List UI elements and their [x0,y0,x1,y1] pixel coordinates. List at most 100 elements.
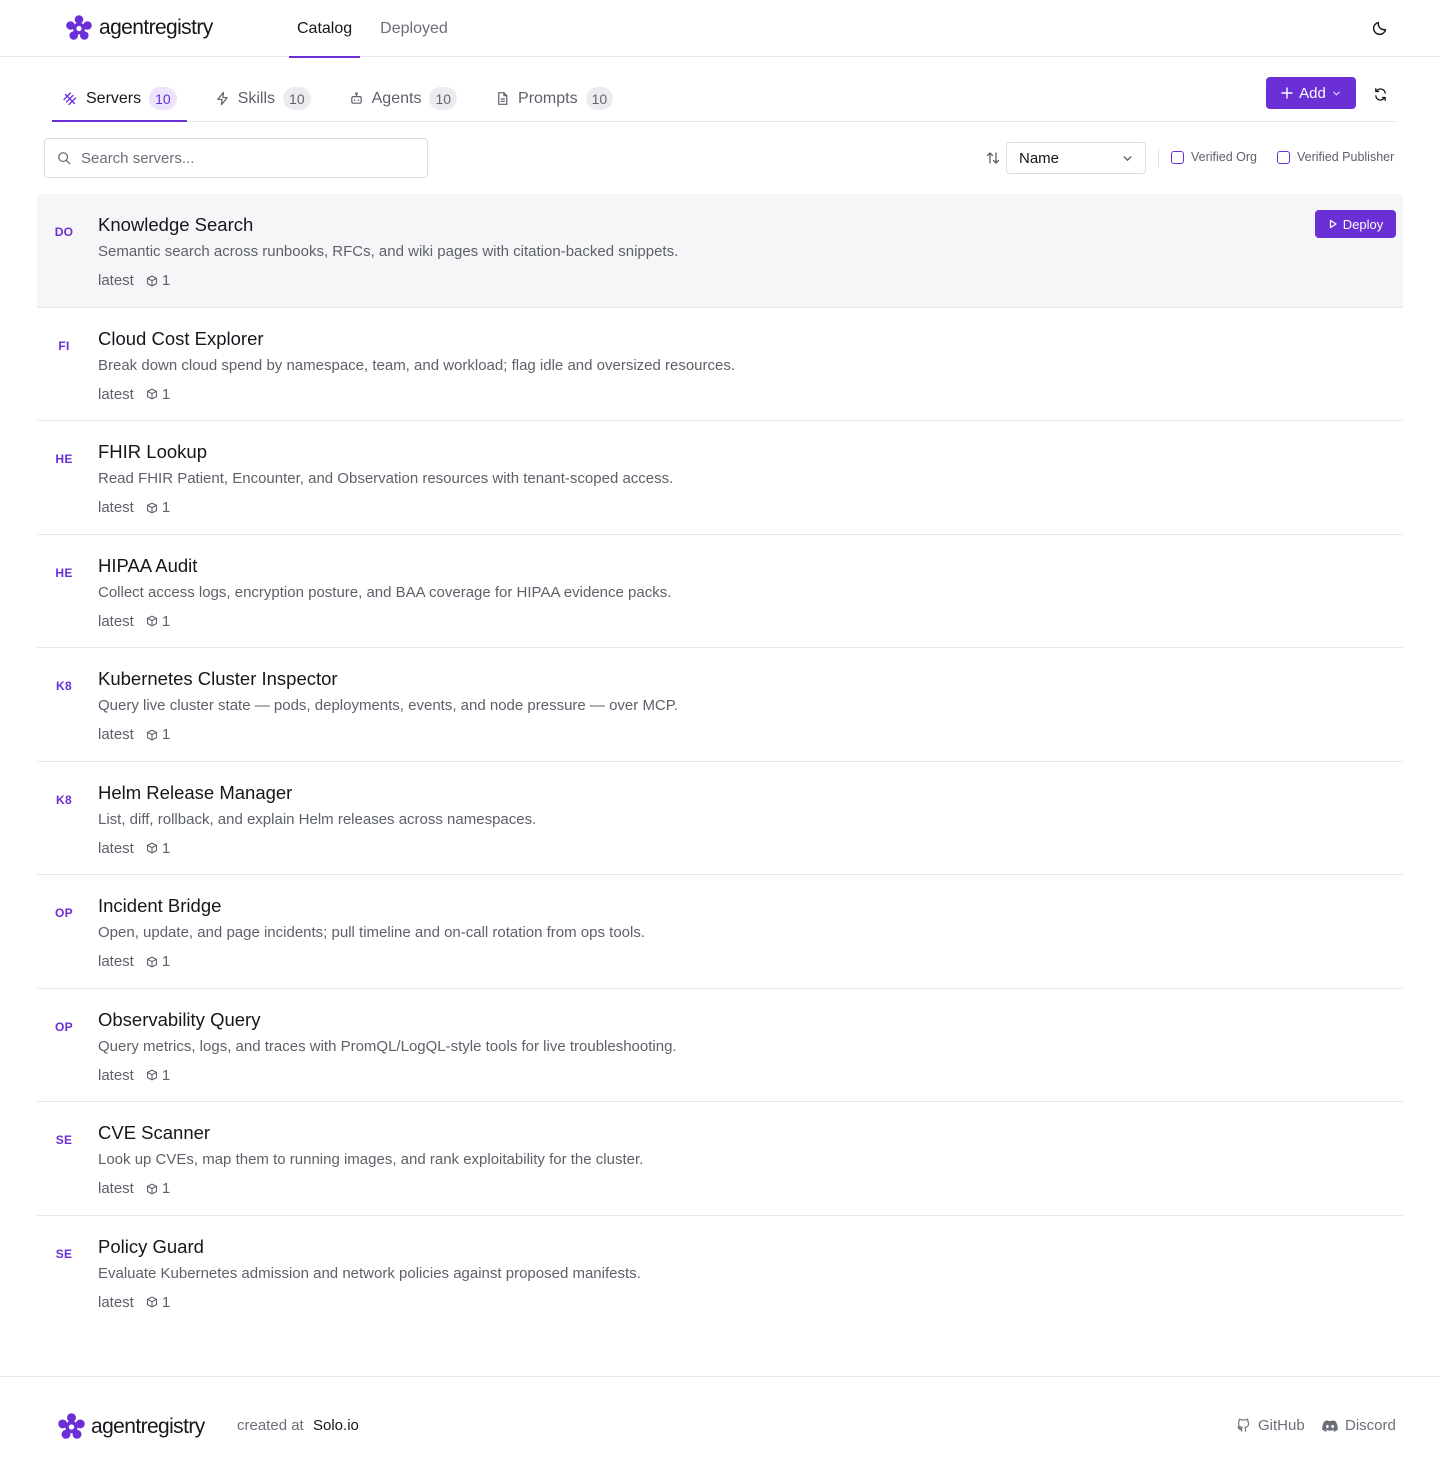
deploy-button-label: Deploy [1342,216,1384,232]
footer: agentregistry created at Solo.io GitHub … [0,1376,1440,1473]
verified-org-checkbox[interactable]: Verified Org [1171,150,1257,164]
server-description: Evaluate Kubernetes admission and networ… [98,1264,641,1282]
verified-publisher-checkbox[interactable]: Verified Publisher [1277,150,1394,164]
package-icon [146,615,157,627]
server-row[interactable]: SE CVE Scanner Look up CVEs, map them to r… [37,1102,1403,1216]
tab-prompts[interactable]: Prompts 10 [485,76,623,121]
server-version: latest [98,499,134,516]
server-row[interactable]: OP Incident Bridge Open, update, and page … [37,875,1403,989]
server-meta: latest 1 [98,272,170,289]
server-name[interactable]: Observability Query [98,1009,260,1031]
search-icon [58,152,71,165]
package-icon [146,1296,157,1308]
footer-company-link[interactable]: Solo.io [313,1417,359,1434]
tab-agents[interactable]: Agents 10 [339,76,467,121]
server-name[interactable]: Knowledge Search [98,214,253,236]
tab-servers[interactable]: Servers 10 [52,76,187,122]
server-abbr-badge: OP [55,1019,73,1034]
play-icon [1329,219,1337,229]
server-abbr-badge: K8 [56,679,72,693]
server-row[interactable]: K8 Kubernetes Cluster Inspector Query live… [37,648,1403,762]
theme-toggle-button[interactable] [1368,16,1392,40]
footer-github-link[interactable]: GitHub [1236,1417,1305,1434]
filter-divider [1158,149,1159,167]
server-package-count: 1 [146,953,170,970]
server-version: latest [98,612,134,630]
server-row[interactable]: DO Knowledge Search Semantic search across… [37,194,1403,308]
deploy-button[interactable]: Deploy [1315,210,1396,238]
server-version: latest [98,272,134,289]
server-name[interactable]: FHIR Lookup [98,441,207,463]
server-name[interactable]: CVE Scanner [98,1122,210,1144]
sort-select[interactable]: Name [1006,142,1146,174]
plus-icon [1281,87,1293,99]
server-meta: latest 1 [98,499,170,516]
server-description: List, diff, rollback, and explain Helm r… [98,810,537,828]
server-row[interactable]: OP Observability Query Query metrics, logs… [37,989,1403,1102]
server-name[interactable]: HIPAA Audit [98,555,197,577]
tab-label: Agents [371,89,422,107]
server-name[interactable]: Cloud Cost Explorer [98,328,264,350]
server-abbr-badge: FI [58,338,70,353]
package-icon [146,388,157,400]
chevron-down-icon [1333,91,1340,96]
lightning-icon [216,91,228,106]
server-icon [63,91,77,105]
package-icon [146,842,157,854]
server-description: Read FHIR Patient, Encounter, and Observ… [98,470,674,487]
server-package-count: 1 [146,499,170,516]
server-row[interactable]: HE HIPAA Audit Collect access logs, encryp… [37,535,1403,648]
tab-count-badge: 10 [149,87,177,110]
tab-count-badge: 10 [429,87,458,110]
nav-catalog[interactable]: Catalog [289,0,361,58]
server-meta: latest 1 [98,1067,170,1084]
search-input[interactable] [81,149,401,167]
footer-discord-link[interactable]: Discord [1322,1417,1396,1434]
package-count-value: 1 [161,272,171,289]
server-description: Break down cloud spend by namespace, tea… [98,356,736,374]
tab-skills[interactable]: Skills 10 [205,76,321,121]
sort-select-value: Name [1019,149,1060,167]
server-row[interactable]: HE FHIR Lookup Read FHIR Patient, Encounte… [37,421,1403,535]
tab-label: Skills [237,89,276,107]
sort-icon[interactable] [985,150,1001,166]
discord-icon [1322,1419,1338,1432]
footer-discord-label: Discord [1345,1417,1396,1434]
checkbox-box[interactable] [1171,150,1184,164]
server-description: Look up CVEs, map them to running images… [98,1151,644,1168]
logo-icon [66,15,92,40]
server-package-count: 1 [146,1294,170,1311]
add-button[interactable]: Add [1266,77,1356,109]
brand-name: agentregistry [99,16,213,39]
server-version: latest [98,1180,134,1197]
server-row[interactable]: K8 Helm Release Manager List, diff, rollba… [37,762,1403,875]
server-name[interactable]: Policy Guard [98,1236,204,1258]
package-count-value: 1 [161,726,171,743]
footer-created-at: created at [237,1417,304,1434]
search-field[interactable] [44,138,428,178]
server-name[interactable]: Helm Release Manager [98,782,292,804]
server-row[interactable]: SE Policy Guard Evaluate Kubernetes admiss… [37,1216,1403,1330]
package-count-value: 1 [161,499,171,516]
chevron-down-icon [1123,155,1132,161]
server-abbr-badge: HE [55,452,73,466]
refresh-icon [1374,87,1386,101]
server-name[interactable]: Kubernetes Cluster Inspector [98,668,338,690]
server-description: Query metrics, logs, and traces with Pro… [98,1037,677,1055]
refresh-button[interactable] [1370,84,1390,104]
server-abbr-badge: K8 [56,792,72,807]
nav-deployed[interactable]: Deployed [372,0,456,57]
checkbox-box[interactable] [1277,150,1290,164]
server-meta: latest 1 [98,953,170,970]
server-package-count: 1 [146,272,170,289]
main-nav: Catalog Deployed [289,0,468,58]
tab-label: Servers [86,89,142,107]
server-meta: latest 1 [98,613,170,630]
resource-tabs: Servers 10 Skills 10 Agents 10 Prompts 1… [52,76,641,122]
footer-brand-logo[interactable]: agentregistry [58,1413,205,1440]
server-row[interactable]: FI Cloud Cost Explorer Break down cloud sp… [37,308,1403,421]
tabs-divider [52,121,1396,122]
brand-logo[interactable]: agentregistry [66,14,213,42]
server-meta: latest 1 [98,1294,170,1311]
server-name[interactable]: Incident Bridge [98,895,221,917]
